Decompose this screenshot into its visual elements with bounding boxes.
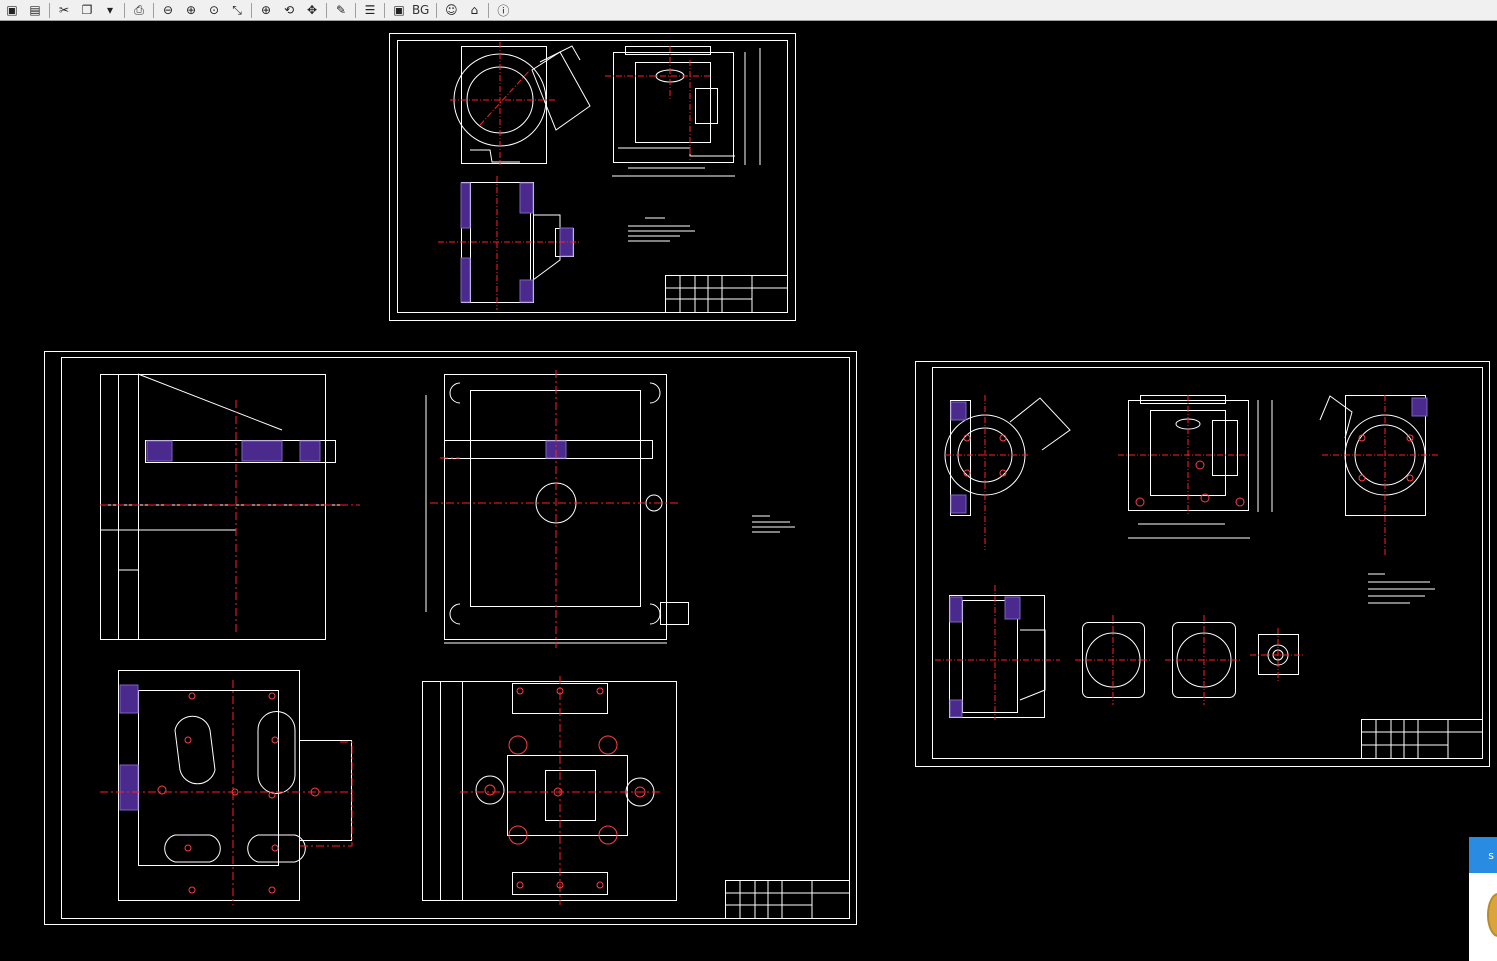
part-view-section <box>438 176 580 310</box>
detail-view-section <box>935 585 1060 720</box>
zoom-out-icon[interactable]: ⊖ <box>158 1 178 20</box>
part-view-plan <box>450 42 591 165</box>
toolbar-separator <box>384 2 385 18</box>
layout-icon[interactable]: ❐ <box>77 1 97 20</box>
title-block <box>665 275 788 313</box>
assembly-view-top <box>425 370 689 648</box>
measure-icon[interactable]: ✎ <box>331 1 351 20</box>
detail-parts <box>1075 615 1305 705</box>
assembly-title-block <box>725 880 850 919</box>
toolbar-separator <box>251 2 252 18</box>
zoom-window-icon[interactable]: ⊙ <box>204 1 224 20</box>
drawing-sheet-assembly <box>44 351 857 925</box>
toolbar-separator <box>488 2 490 18</box>
toolbar-separator <box>355 2 356 18</box>
assembly-notes <box>752 515 795 533</box>
detail-view-right <box>1319 395 1440 555</box>
toolbar-separator <box>436 2 438 18</box>
layers-icon[interactable]: ☰ <box>360 1 380 20</box>
zoom-in-icon[interactable]: ⊕ <box>181 1 201 20</box>
print-icon[interactable]: ⎙ <box>129 1 149 20</box>
model-space-icon[interactable]: ▣ <box>389 1 409 20</box>
part-view-front <box>605 46 761 177</box>
toolbar: ▣ ▤ ✂ ❐ ▾ ⎙ ⊖ ⊕ ⊙ ⤡ ⊕ ⟲ ✥ ✎ ☰ ▣ BG ☺ ⌂ ⓘ <box>0 0 1497 21</box>
drawing-canvas[interactable] <box>0 22 1497 961</box>
pan-icon[interactable]: ✥ <box>302 1 322 20</box>
drawing-sheet-detail <box>915 361 1490 767</box>
zoom-previous-icon[interactable]: ⟲ <box>279 1 299 20</box>
toolbar-separator <box>326 2 327 18</box>
home-icon[interactable]: ⌂ <box>464 1 484 20</box>
dropdown-arrow-icon[interactable]: ▾ <box>100 1 120 20</box>
print-settings-icon[interactable]: ✂ <box>54 1 74 20</box>
detail-view-front <box>1118 395 1273 539</box>
drawing-sheet-top <box>389 33 796 321</box>
assembly-view-plate <box>100 670 355 905</box>
zoom-extents-icon[interactable]: ⊕ <box>256 1 276 20</box>
pdf-export-icon[interactable]: ▤ <box>25 1 45 20</box>
assembly-view-base <box>422 676 677 905</box>
technical-notes <box>628 217 695 242</box>
detail-notes <box>1368 573 1435 604</box>
toolbar-separator <box>153 2 154 18</box>
zoom-realtime-icon[interactable]: ⤡ <box>227 1 247 20</box>
background-toggle-button[interactable]: BG <box>412 3 429 17</box>
toolbar-separator <box>49 2 50 18</box>
side-feedback-tab[interactable]: s <box>1469 837 1497 873</box>
side-tab-label: s <box>1488 848 1494 862</box>
detail-view-left <box>944 395 1071 550</box>
user-icon[interactable]: ☺ <box>441 1 461 20</box>
info-icon[interactable]: ⓘ <box>493 1 513 20</box>
assembly-view-side <box>100 373 360 640</box>
toolbar-separator <box>124 2 125 18</box>
detail-title-block <box>1361 719 1483 759</box>
save-icon[interactable]: ▣ <box>2 1 22 20</box>
